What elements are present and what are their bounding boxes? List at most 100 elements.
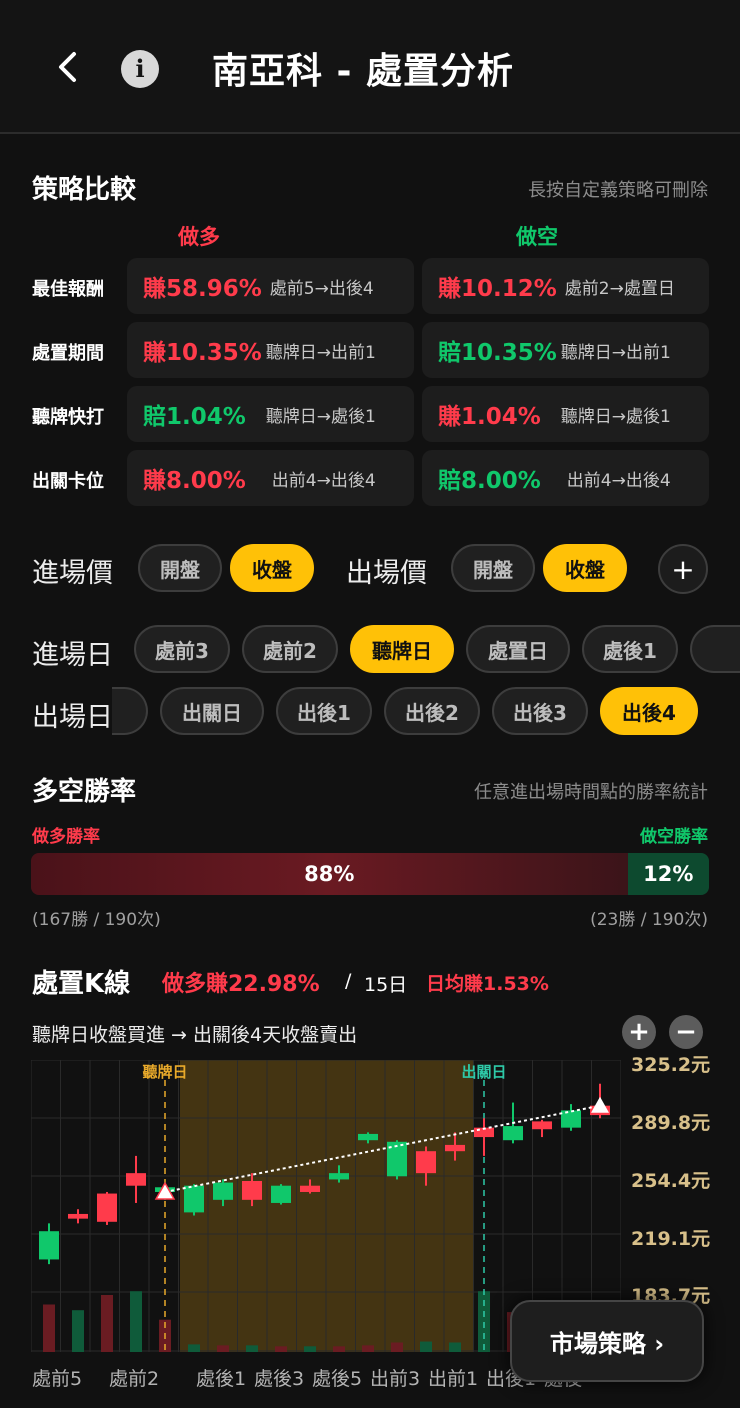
short-winrate-fill: 12% [627, 853, 709, 895]
long-column-header: 做多 [178, 225, 220, 249]
exit-day-pill[interactable]: 出後1 [276, 687, 372, 735]
entry-day-label: 進場日 [32, 640, 113, 671]
candle-body [561, 1110, 581, 1128]
exit-day-pill[interactable]: 出後3 [492, 687, 588, 735]
strategy-title: 策略比較 [32, 175, 137, 205]
volume-bar [101, 1295, 113, 1352]
strategy-range: 出前4→出後4 [271, 470, 376, 491]
add-strategy-button[interactable]: + [658, 544, 708, 594]
zoom-in-icon: + [628, 1017, 650, 1047]
chevron-left-icon [59, 52, 76, 82]
volume-bar [130, 1291, 142, 1352]
volume-bar [217, 1345, 229, 1352]
exit-day-pill-partial[interactable] [112, 687, 148, 735]
strategy-cell-long[interactable]: 賺58.96% 處前5→出後4 [127, 258, 414, 314]
exit-day-pill[interactable]: 出後4 [600, 687, 698, 735]
exit-price-close-pill[interactable]: 收盤 [543, 544, 627, 592]
price-axis-label: 289.8元 [631, 1112, 711, 1134]
entry-day-pill-partial[interactable] [690, 625, 740, 673]
price-axis-label: 254.4元 [631, 1170, 711, 1192]
entry-day-pill[interactable]: 處置日 [466, 625, 570, 673]
market-strategy-button[interactable]: 市場策略 › [510, 1300, 704, 1382]
candle-body [271, 1185, 291, 1203]
entry-day-pill[interactable]: 處前3 [134, 625, 230, 673]
strategy-row-label: 聽牌快打 [32, 407, 104, 428]
winrate-bar: 88% 12% [31, 853, 709, 895]
volume-bar [275, 1346, 287, 1352]
strategy-value: 賺10.35% [143, 340, 262, 366]
exit-day-pill[interactable]: 出關日 [160, 687, 264, 735]
strategy-cell-short[interactable]: 賠10.35% 聽牌日→出前1 [422, 322, 709, 378]
strategy-range: 聽牌日→處後1 [560, 406, 671, 427]
exit-marker-label: 出關日 [461, 1063, 506, 1081]
strategy-cell-long[interactable]: 賺8.00% 出前4→出後4 [127, 450, 414, 506]
volume-bar [420, 1341, 432, 1352]
entry-price-open-pill[interactable]: 開盤 [138, 544, 222, 592]
x-axis-label: 處前2 [109, 1368, 160, 1390]
strategy-value: 賺1.04% [438, 404, 541, 430]
info-icon: i [135, 54, 145, 83]
strategy-value: 賠8.00% [438, 468, 541, 494]
info-button[interactable]: i [121, 50, 159, 88]
zoom-out-button[interactable]: − [669, 1015, 703, 1049]
candle-body [358, 1133, 378, 1141]
strategy-value: 賺10.12% [438, 276, 557, 302]
strategy-cell-short[interactable]: 賠8.00% 出前4→出後4 [422, 450, 709, 506]
entry-day-pill[interactable]: 處後1 [582, 625, 678, 673]
strategy-range: 出前4→出後4 [566, 470, 671, 491]
x-axis-label: 出前3 [370, 1368, 421, 1390]
strategy-value: 賺8.00% [143, 468, 246, 494]
exit-price-open-pill[interactable]: 開盤 [451, 544, 535, 592]
candle-body [39, 1231, 59, 1260]
volume-bar [362, 1345, 374, 1352]
long-win-count: (167勝 / 190次) [32, 910, 161, 930]
candle-body [532, 1121, 552, 1130]
entry-price-label: 進場價 [32, 558, 113, 589]
strategy-cell-long[interactable]: 賺10.35% 聽牌日→出前1 [127, 322, 414, 378]
volume-bar [72, 1310, 84, 1352]
volume-bar [43, 1304, 55, 1352]
long-winrate-value: 88% [304, 862, 355, 886]
x-axis-label: 出前1 [428, 1368, 479, 1390]
strategy-range: 處前2→處置日 [564, 278, 675, 299]
plus-icon: + [671, 552, 695, 586]
strategy-range: 聽牌日→處後1 [265, 406, 376, 427]
strategy-range: 聽牌日→出前1 [560, 342, 671, 363]
entry-price-close-pill[interactable]: 收盤 [230, 544, 314, 592]
strategy-cell-short[interactable]: 賺10.12% 處前2→處置日 [422, 258, 709, 314]
exit-day-pill[interactable]: 出後2 [384, 687, 480, 735]
strategy-value: 賠10.35% [438, 340, 557, 366]
candle-body [242, 1180, 262, 1200]
strategy-hint: 長按自定義策略可刪除 [528, 180, 708, 201]
long-winrate-fill: 88% [31, 853, 628, 895]
x-axis-label: 處前5 [32, 1368, 83, 1390]
page-title: 南亞科 - 處置分析 [212, 51, 515, 92]
candle-body [329, 1173, 349, 1180]
kline-daily-return: 日均賺1.53% [426, 973, 549, 995]
winrate-title: 多空勝率 [32, 777, 137, 807]
strategy-value: 賠1.04% [143, 404, 246, 430]
strategy-cell-short[interactable]: 賺1.04% 聽牌日→處後1 [422, 386, 709, 442]
strategy-range: 聽牌日→出前1 [265, 342, 376, 363]
entry-day-pill[interactable]: 聽牌日 [350, 625, 454, 673]
candle-body [184, 1185, 204, 1213]
short-winrate-value: 12% [643, 862, 694, 886]
short-win-count: (23勝 / 190次) [590, 910, 708, 930]
entry-day-pill[interactable]: 處前2 [242, 625, 338, 673]
strategy-cell-long[interactable]: 賠1.04% 聽牌日→處後1 [127, 386, 414, 442]
short-column-header: 做空 [516, 225, 558, 249]
x-axis-label: 處後5 [312, 1368, 363, 1390]
zoom-in-button[interactable]: + [622, 1015, 656, 1049]
exit-day-label: 出場日 [32, 702, 113, 733]
candle-body [126, 1173, 146, 1186]
candle-body [445, 1144, 465, 1152]
volume-bar [304, 1346, 316, 1352]
candle-body [97, 1193, 117, 1222]
kline-title: 處置K線 [32, 969, 131, 999]
x-axis-label: 處後1 [196, 1368, 247, 1390]
volume-bar [391, 1342, 403, 1352]
back-button[interactable] [44, 44, 90, 90]
x-axis-label: 處後3 [254, 1368, 305, 1390]
sell-marker-icon [591, 1096, 609, 1113]
zoom-out-icon: − [675, 1017, 697, 1047]
